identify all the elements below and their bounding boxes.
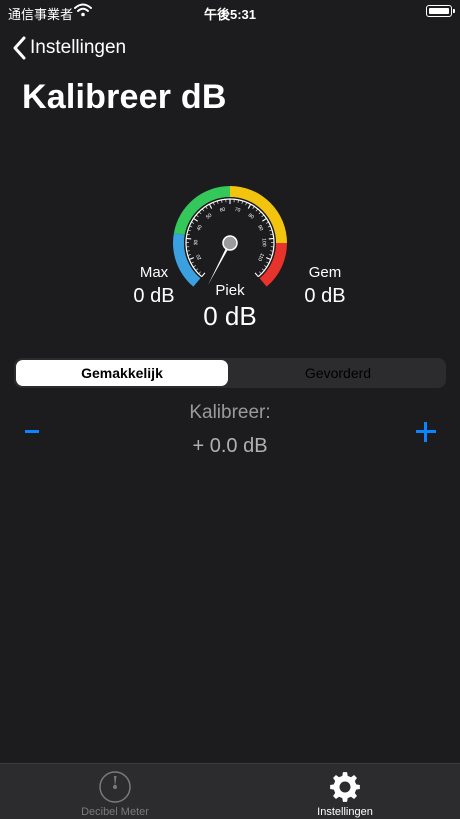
- tab-settings[interactable]: Instellingen: [230, 768, 460, 818]
- gauge-tick: [186, 238, 191, 239]
- max-value: 0 dB: [118, 285, 190, 308]
- peak-label: Piek: [190, 282, 270, 299]
- tab-decibel-meter[interactable]: Decibel Meter: [0, 768, 230, 818]
- difficulty-segmented-control: Gemakkelijk Gevorderd: [14, 358, 446, 388]
- status-bar: 通信事業者 午後5:31: [0, 0, 460, 24]
- calibrate-value: + 0.0 dB: [0, 435, 460, 458]
- avg-label: Gem: [289, 264, 361, 281]
- status-time: 午後5:31: [0, 4, 460, 23]
- increase-calibration-button[interactable]: [414, 420, 438, 444]
- back-button[interactable]: Instellingen: [12, 35, 126, 61]
- battery-icon: [426, 5, 452, 17]
- gauge-tick: [269, 238, 274, 239]
- page-title: Kalibreer dB: [22, 78, 227, 117]
- gauge-tick-label: 30: [193, 239, 199, 245]
- tab-bar: Decibel Meter Instellingen: [0, 763, 460, 819]
- peak-value: 0 dB: [190, 301, 270, 332]
- calibrate-label: Kalibreer:: [0, 402, 460, 424]
- max-label: Max: [118, 264, 190, 281]
- gauge-needle-hub: [223, 236, 237, 250]
- avg-stat: Gem 0 dB: [289, 264, 361, 308]
- gauge-tick-label: 100: [261, 238, 267, 247]
- chevron-left-icon: [12, 36, 26, 60]
- tab-settings-label: Instellingen: [230, 806, 460, 818]
- tab-decibel-meter-label: Decibel Meter: [0, 806, 230, 818]
- back-button-label: Instellingen: [30, 37, 126, 59]
- avg-value: 0 dB: [289, 285, 361, 308]
- max-stat: Max 0 dB: [118, 264, 190, 308]
- gear-icon: [328, 770, 362, 804]
- gauge-icon: [98, 770, 132, 804]
- segment-advanced[interactable]: Gevorderd: [232, 360, 444, 386]
- peak-stat: Piek 0 dB: [190, 282, 270, 332]
- segment-easy[interactable]: Gemakkelijk: [16, 360, 228, 386]
- minus-icon: [25, 430, 39, 433]
